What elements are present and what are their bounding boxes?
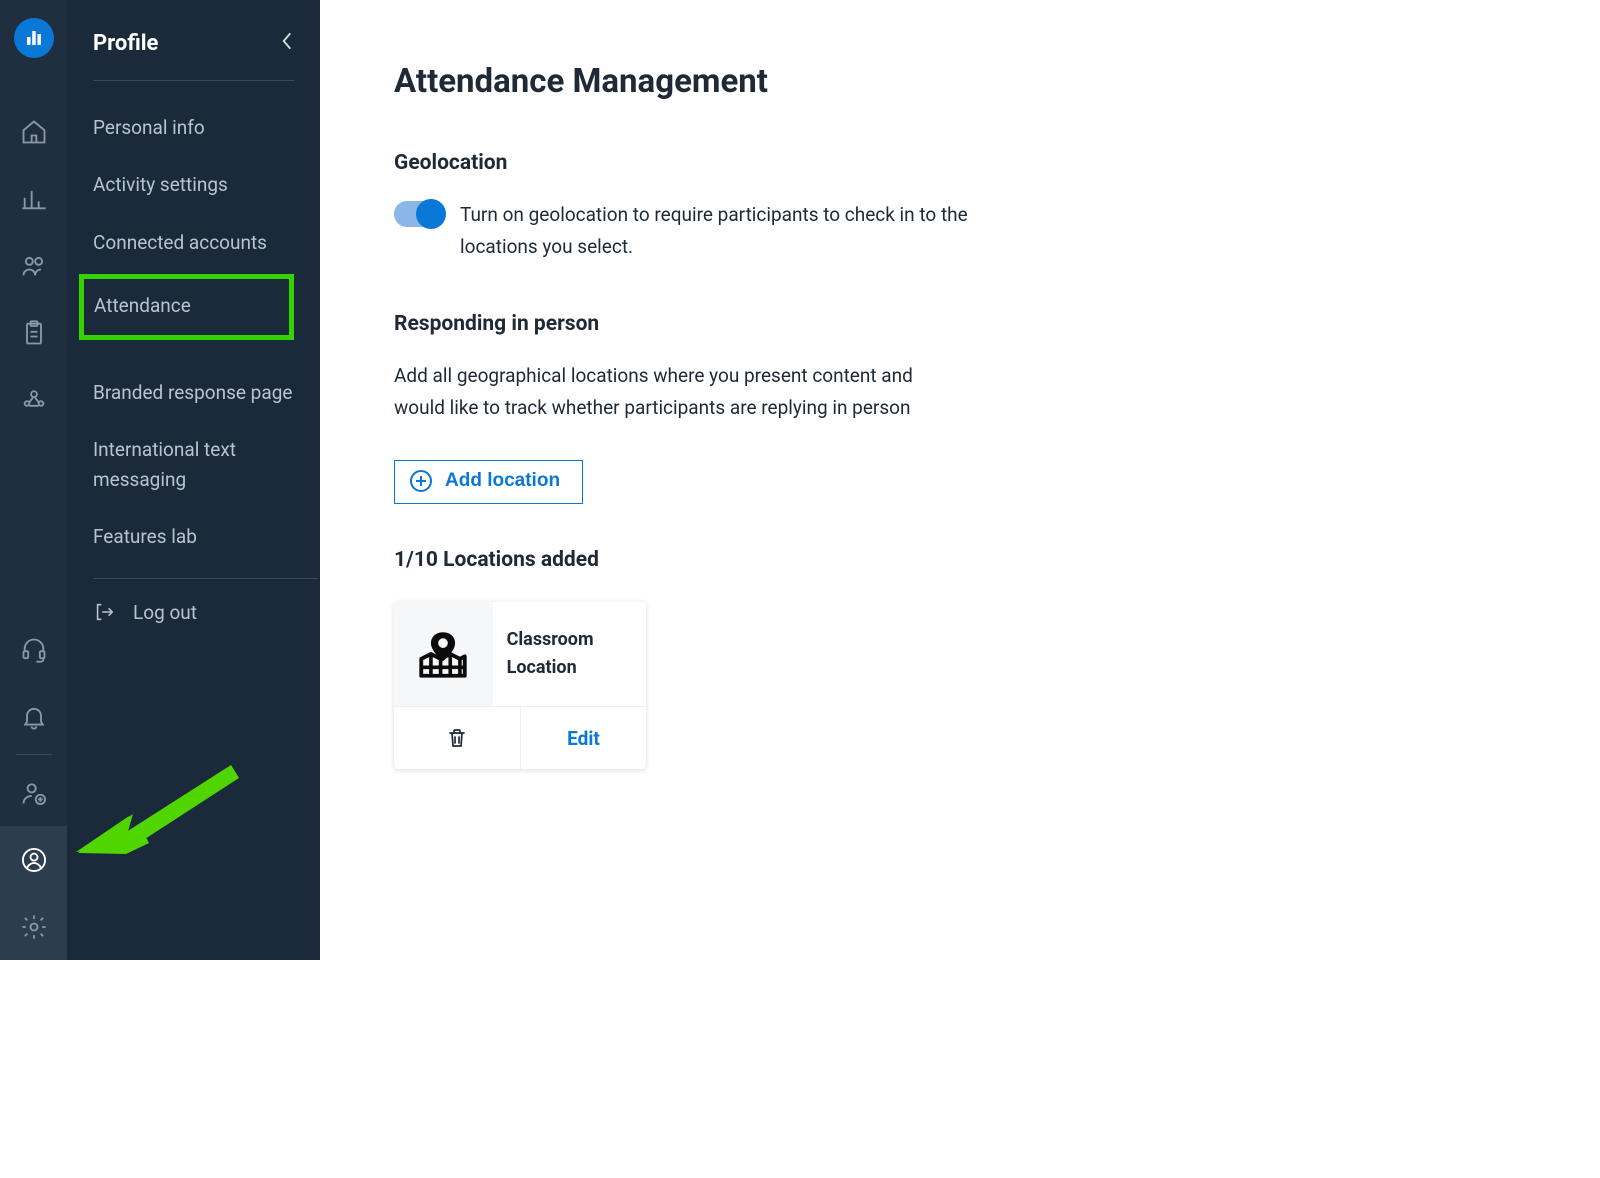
responding-description: Add all geographical locations where you… (394, 360, 954, 425)
logout-icon (93, 601, 115, 623)
bars-icon (20, 185, 48, 213)
logo[interactable] (14, 18, 54, 58)
sidebar-item-attendance[interactable]: Attendance (79, 274, 294, 339)
delete-location-button[interactable] (394, 707, 521, 769)
location-card-top: Classroom Location (394, 602, 646, 707)
map-pin-icon (414, 625, 472, 683)
headset-icon (20, 636, 48, 664)
bell-icon (20, 703, 48, 731)
nav-team[interactable] (0, 366, 67, 433)
sidebar: Profile Personal info Activity settings … (67, 0, 320, 960)
sidebar-item-features-lab[interactable]: Features lab (93, 508, 294, 565)
trash-icon (445, 725, 469, 751)
geolocation-row: Turn on geolocation to require participa… (394, 199, 1240, 264)
nav-support[interactable] (0, 616, 67, 683)
plus-circle-icon (409, 469, 433, 493)
location-card: Classroom Location Edit (394, 602, 646, 769)
add-location-button[interactable]: Add location (394, 460, 583, 504)
nav-reports[interactable] (0, 165, 67, 232)
icon-rail (0, 0, 67, 960)
nav-profile[interactable] (0, 826, 67, 893)
sidebar-title: Profile (93, 31, 158, 56)
home-icon (20, 118, 48, 146)
locations-count: 1/10 Locations added (394, 548, 1240, 572)
nav-add-user[interactable] (0, 759, 67, 826)
sidebar-item-personal-info[interactable]: Personal info (93, 99, 294, 156)
profile-icon (20, 846, 48, 874)
rail-divider (16, 754, 52, 755)
geolocation-heading: Geolocation (394, 151, 1240, 175)
location-thumb (394, 602, 493, 706)
geolocation-description: Turn on geolocation to require participa… (460, 199, 1020, 264)
location-actions: Edit (394, 707, 646, 769)
sidebar-item-activity-settings[interactable]: Activity settings (93, 156, 294, 213)
people-icon (20, 252, 48, 280)
collapse-sidebar-button[interactable] (280, 30, 294, 56)
nav-settings[interactable] (0, 893, 67, 960)
bar-chart-icon (24, 28, 44, 48)
nav-home[interactable] (0, 98, 67, 165)
geolocation-toggle[interactable] (394, 201, 444, 227)
sidebar-logout[interactable]: Log out (93, 589, 294, 636)
add-user-icon (20, 779, 48, 807)
sidebar-header: Profile (93, 30, 294, 81)
edit-location-button[interactable]: Edit (521, 707, 646, 769)
sidebar-item-connected-accounts[interactable]: Connected accounts (93, 214, 294, 271)
nav-notifications[interactable] (0, 683, 67, 750)
add-location-label: Add location (445, 470, 560, 492)
page-title: Attendance Management (394, 62, 1240, 101)
chevron-left-icon (280, 30, 294, 52)
location-name: Classroom Location (493, 626, 646, 682)
responding-heading: Responding in person (394, 312, 1240, 336)
gear-icon (20, 913, 48, 941)
nav-clipboard[interactable] (0, 299, 67, 366)
sidebar-divider (93, 578, 318, 579)
team-icon (20, 386, 48, 414)
nav-participants[interactable] (0, 232, 67, 299)
main-content: Attendance Management Geolocation Turn o… (320, 0, 1280, 960)
clipboard-icon (20, 319, 48, 347)
sidebar-item-branded-response[interactable]: Branded response page (93, 364, 294, 421)
logout-label: Log out (133, 601, 197, 624)
sidebar-item-intl-text[interactable]: International text messaging (93, 421, 294, 508)
